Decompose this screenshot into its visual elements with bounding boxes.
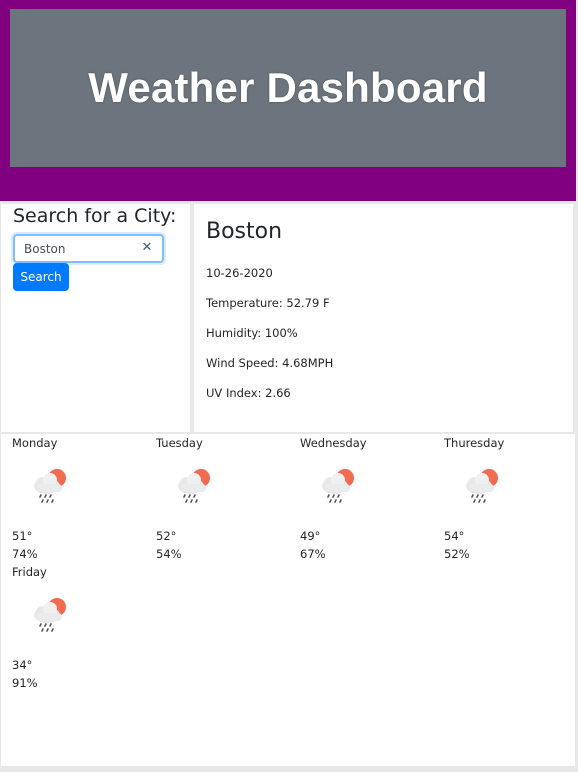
rain-sun-icon xyxy=(322,469,354,503)
forecast-temp: 49° xyxy=(300,529,321,543)
forecast-humidity: 52% xyxy=(444,547,470,561)
forecast-humidity: 54% xyxy=(156,547,182,561)
current-wind-speed: Wind Speed: 4.68MPH xyxy=(206,356,334,370)
current-uv-index: UV Index: 2.66 xyxy=(206,386,291,400)
rain-sun-icon xyxy=(178,469,210,503)
forecast-temp: 51° xyxy=(12,529,33,543)
forecast-day-name: Thuresday xyxy=(444,436,505,450)
forecast-humidity: 74% xyxy=(12,547,38,561)
forecast-day: Friday 34° 91% xyxy=(12,563,142,693)
forecast-humidity: 67% xyxy=(300,547,326,561)
rain-sun-icon xyxy=(34,469,66,503)
forecast-day: Tuesday 52° 54% xyxy=(156,434,286,564)
current-humidity: Humidity: 100% xyxy=(206,326,298,340)
forecast-day: Monday 51° 74% xyxy=(12,434,142,564)
search-button[interactable]: Search xyxy=(13,263,69,291)
forecast-day-name: Wednesday xyxy=(300,436,367,450)
clear-icon[interactable]: ✕ xyxy=(140,239,154,257)
rain-sun-icon xyxy=(466,469,498,503)
search-panel: Search for a City: ✕ Search xyxy=(1,204,190,432)
forecast-day: Thuresday 54° 52% xyxy=(444,434,574,564)
rain-sun-icon xyxy=(34,598,66,632)
forecast-temp: 54° xyxy=(444,529,465,543)
forecast-temp: 52° xyxy=(156,529,177,543)
current-temperature: Temperature: 52.79 F xyxy=(206,296,330,310)
jumbotron: Weather Dashboard xyxy=(10,9,566,167)
forecast-day-name: Monday xyxy=(12,436,58,450)
forecast-day-name: Friday xyxy=(12,565,47,579)
forecast-panel: Monday 51° 74% Tuesday 52° 54% Wednesday… xyxy=(1,434,575,766)
current-weather-panel: Boston 10-26-2020 Temperature: 52.79 F H… xyxy=(194,204,573,432)
forecast-day: Wednesday 49° 67% xyxy=(300,434,430,564)
current-date: 10-26-2020 xyxy=(206,266,273,280)
city-name: Boston xyxy=(206,219,283,244)
page-title: Weather Dashboard xyxy=(88,64,488,111)
forecast-humidity: 91% xyxy=(12,676,38,690)
forecast-day-name: Tuesday xyxy=(156,436,203,450)
search-title: Search for a City: xyxy=(13,205,177,227)
forecast-temp: 34° xyxy=(12,658,33,672)
header-band: Weather Dashboard xyxy=(0,0,576,201)
